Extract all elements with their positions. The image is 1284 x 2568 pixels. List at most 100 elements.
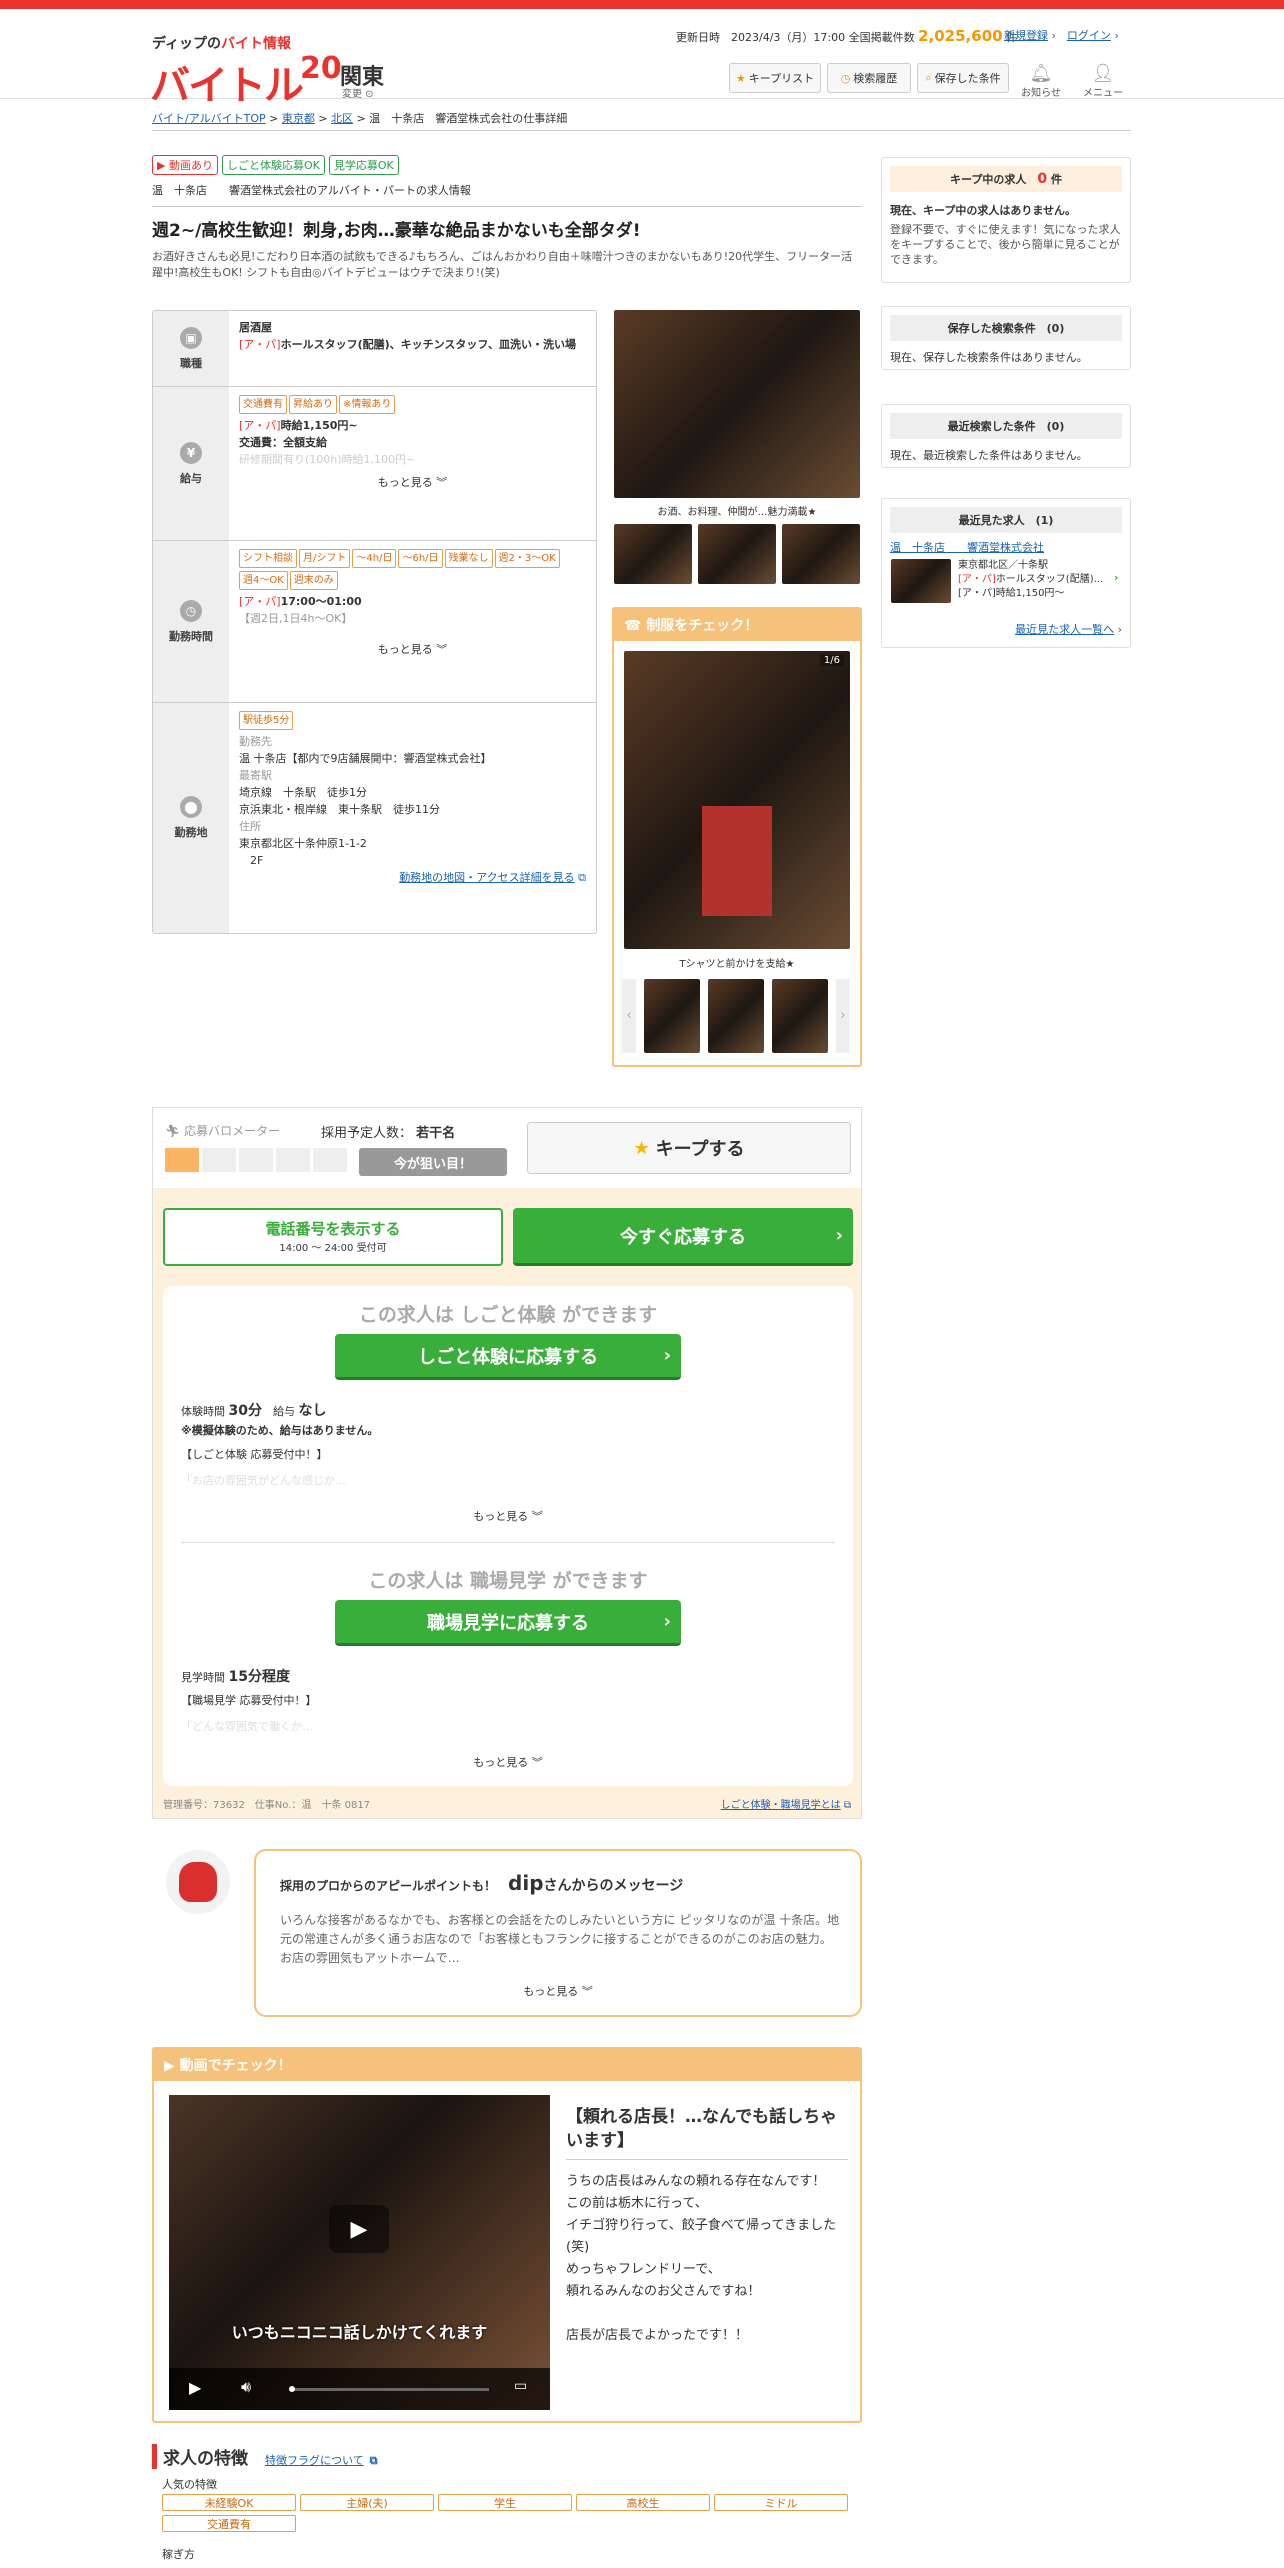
work-style-label: 稼ぎ方: [162, 2548, 195, 2561]
breadcrumb-kita[interactable]: 北区: [331, 112, 353, 125]
row-location: ⬤ 勤務地 駅徒歩5分 勤務先温 十条店【都内で9店舗展開中：響酒堂株式会社】 最寄駅…: [153, 703, 596, 933]
clock-icon: ◷: [840, 71, 851, 85]
trial-time: 体験時間 30分 給与 なし: [181, 1403, 327, 1419]
notification-button[interactable]: 🔔︎ お知らせ: [1018, 63, 1064, 99]
feature-tag[interactable]: 学生: [438, 2494, 572, 2511]
feature-tag[interactable]: 高校生: [576, 2494, 710, 2511]
apply-section: 🏃︎ 応募バロメーター 採用予定人数： 若干名 今が狙い目！ ★ キープする 電話…: [152, 1107, 862, 1819]
visit-heading: この求人は 職場見学 ができます: [368, 1570, 648, 1592]
update-info: 更新日時 2023/4/3（月）17:00 全国掲載件数 2,025,600 件: [676, 27, 1018, 45]
breadcrumb: バイト/アルバイトTOP > 東京都 > 北区 > 温 十条店 響酒堂株式会社の…: [152, 112, 568, 125]
volume-icon[interactable]: 🔊︎: [241, 2377, 251, 2397]
video-header: ▶ 動画でチェック！: [154, 2049, 860, 2081]
job-info-table: ▣ 職種 居酒屋 [ア・パ]ホールスタッフ(配膳)、キッチンスタッフ、皿洗い・洗い場…: [152, 310, 597, 934]
map-access-link[interactable]: 勤務地の地図・アクセス詳細を見る: [399, 871, 574, 884]
keep-button[interactable]: ★ キープする: [527, 1122, 851, 1174]
recent-job-thumbnail[interactable]: [891, 559, 951, 603]
mascot-avatar: [166, 1850, 230, 1914]
uniform-header: ☎ 制服をチェック！: [614, 609, 860, 641]
video-body: うちの店長はみんなの頼れる存在なんです！ この前は栃木に行って、 イチゴ狩り行って、…: [566, 2174, 837, 2343]
logo-tagline: ディップのバイト情報: [152, 36, 292, 52]
feature-tag[interactable]: 未経験OK: [162, 2494, 296, 2511]
map-pin-icon: ⬤: [180, 796, 202, 818]
visit-more-button[interactable]: もっと見る ︾: [163, 1754, 853, 1770]
carousel-prev-button[interactable]: ‹: [622, 979, 636, 1053]
uniform-photo[interactable]: 1/6: [624, 651, 850, 949]
play-icon[interactable]: ▶: [189, 2378, 201, 2397]
company-line: 温 十条店 響酒堂株式会社のアルバイト・パートの求人情報: [152, 184, 471, 197]
job-title: 週2~/高校生歓迎！刺身,お肉…豪華な絶品まかないも全部タダ!: [152, 221, 641, 241]
trial-faded-text: 「お店の雰囲気がどんな感じか…: [181, 1474, 346, 1487]
recent-list-link[interactable]: 最近見た求人一覧へ: [1015, 623, 1114, 636]
briefcase-icon: ▣: [180, 326, 202, 349]
about-trial-link[interactable]: しごと体験・職場見学とは: [721, 1800, 841, 1811]
breadcrumb-top[interactable]: バイト/アルバイトTOP: [152, 112, 266, 125]
visit-badge: 見学応募OK: [328, 155, 399, 175]
recent-search-panel: 最近検索した条件 (0) 現在、最近検索した条件はありません。: [881, 404, 1131, 468]
row-salary: ¥ 給与 交通費有 昇給あり ※情報あり [ア・パ]時給1,150円~ 交通費：全額支給研…: [153, 387, 596, 541]
uniform-caption: Tシャツと前かけを支給★: [679, 959, 795, 970]
salary-more-button[interactable]: もっと見る ︾: [239, 474, 586, 491]
uniform-thumbnail[interactable]: [644, 979, 700, 1053]
photo-thumbnail[interactable]: [698, 524, 776, 584]
carousel-next-button[interactable]: ›: [836, 979, 850, 1053]
signup-link[interactable]: 新規登録: [1004, 29, 1048, 42]
apron-shape: [702, 806, 772, 916]
apply-now-button[interactable]: 今すぐ応募する ›: [513, 1208, 853, 1266]
baitoru-logo[interactable]: バイトル: [150, 53, 304, 111]
video-subtitle: いつもニコニコ話しかけてくれます: [231, 2323, 488, 2342]
breadcrumb-tokyo[interactable]: 東京都: [282, 112, 315, 125]
uniform-thumbnail[interactable]: [708, 979, 764, 1053]
feature-tag[interactable]: ミドル: [714, 2494, 848, 2511]
feature-tag[interactable]: 交通費有: [162, 2515, 296, 2532]
recent-job-info[interactable]: 東京都北区／十条駅 [ア・パ]ホールスタッフ(配膳)... [ア・パ]時給1,150…: [958, 559, 1108, 601]
video-progress[interactable]: [289, 2386, 489, 2392]
feature-tag[interactable]: 主婦(夫): [300, 2494, 434, 2511]
badge-row: ▶ 動画あり しごと体験応募OK 見学応募OK: [152, 155, 403, 175]
login-link[interactable]: ログイン: [1067, 29, 1111, 42]
external-link-icon: ⧉: [578, 871, 586, 884]
caption-icon[interactable]: ▭: [514, 2378, 527, 2394]
photo-caption: お酒、お料理、仲間が…魅力満載★: [657, 507, 817, 518]
menu-button[interactable]: 👤︎ メニュー: [1080, 63, 1126, 99]
main-photo[interactable]: [614, 310, 860, 498]
hiring-count: 採用予定人数： 若干名: [321, 1126, 456, 1141]
top-accent-bar: [0, 0, 1284, 9]
anniversary-20-logo: 20: [300, 51, 342, 86]
show-phone-button[interactable]: 電話番号を表示する 14:00 ～ 24:00 受付可: [163, 1208, 503, 1266]
hours-more-button[interactable]: もっと見る ︾: [239, 641, 586, 658]
apply-meter-label: 🏃︎ 応募バロメーター: [165, 1124, 281, 1138]
photo-thumbnail[interactable]: [614, 524, 692, 584]
saved-conditions-panel: 保存した検索条件 (0) 現在、保存した検索条件はありません。: [881, 306, 1131, 370]
trial-recruit: 【しごと体験 応募受付中！】: [181, 1448, 328, 1461]
message-more-button[interactable]: もっと見る ︾: [256, 1983, 860, 1999]
row-hours: ◷ 勤務時間 シフト相談 月/シフト ～4h/日 ～6h/日 残業なし 週2・3〜OK週4〜…: [153, 541, 596, 703]
auth-links: 新規登録 › ログイン ›: [1004, 29, 1119, 42]
trial-apply-button[interactable]: しごと体験に応募する ›: [335, 1334, 681, 1380]
region-change-link[interactable]: 変更 ⊙: [342, 85, 374, 100]
visit-recruit: 【職場見学 応募受付中！】: [181, 1694, 317, 1707]
visit-faded-text: 「どんな雰囲気で働くか…: [181, 1720, 313, 1733]
play-overlay-icon[interactable]: ▶: [329, 2205, 389, 2253]
saved-conditions-button[interactable]: ⌕ 保存した条件: [917, 63, 1009, 93]
features-title: 求人の特徴 特徴フラグについて ⧉: [152, 2444, 377, 2469]
uniform-thumbnail[interactable]: [772, 979, 828, 1053]
trial-more-button[interactable]: もっと見る ︾: [163, 1508, 853, 1524]
video-heading: 【頼れる店長！…なんでも話しちゃいます】: [566, 2105, 848, 2160]
star-icon: ★: [735, 71, 746, 85]
features-about-link[interactable]: 特徴フラグについて: [265, 2454, 364, 2467]
photo-thumbnail[interactable]: [782, 524, 860, 584]
trial-note: ※模擬体験のため、給与はありません。: [181, 1424, 379, 1437]
visit-apply-button[interactable]: 職場見学に応募する ›: [335, 1600, 681, 1646]
video-controls: ▶ 🔊︎ ▭: [169, 2368, 550, 2410]
popular-features-label: 人気の特徴: [162, 2478, 217, 2491]
bear-icon: [179, 1862, 217, 1902]
row-occupation: ▣ 職種 居酒屋 [ア・パ]ホールスタッフ(配膳)、キッチンスタッフ、皿洗い・洗い場: [153, 311, 596, 387]
search-history-button[interactable]: ◷ 検索履歴: [827, 63, 911, 93]
visit-time: 見学時間 15分程度: [181, 1669, 290, 1685]
recent-job-link[interactable]: 温 十条店 響酒堂株式会社: [890, 541, 1044, 554]
message-body: いろんな接客があるなかでも、お客様との会話をたのしみたいという方に ピッタリなの…: [280, 1913, 840, 1965]
photo-counter: 1/6: [819, 655, 844, 666]
keep-list-button[interactable]: ★ キープリスト: [729, 63, 821, 93]
video-player[interactable]: ▶ いつもニコニコ話しかけてくれます ▶ 🔊︎ ▭: [169, 2095, 550, 2410]
